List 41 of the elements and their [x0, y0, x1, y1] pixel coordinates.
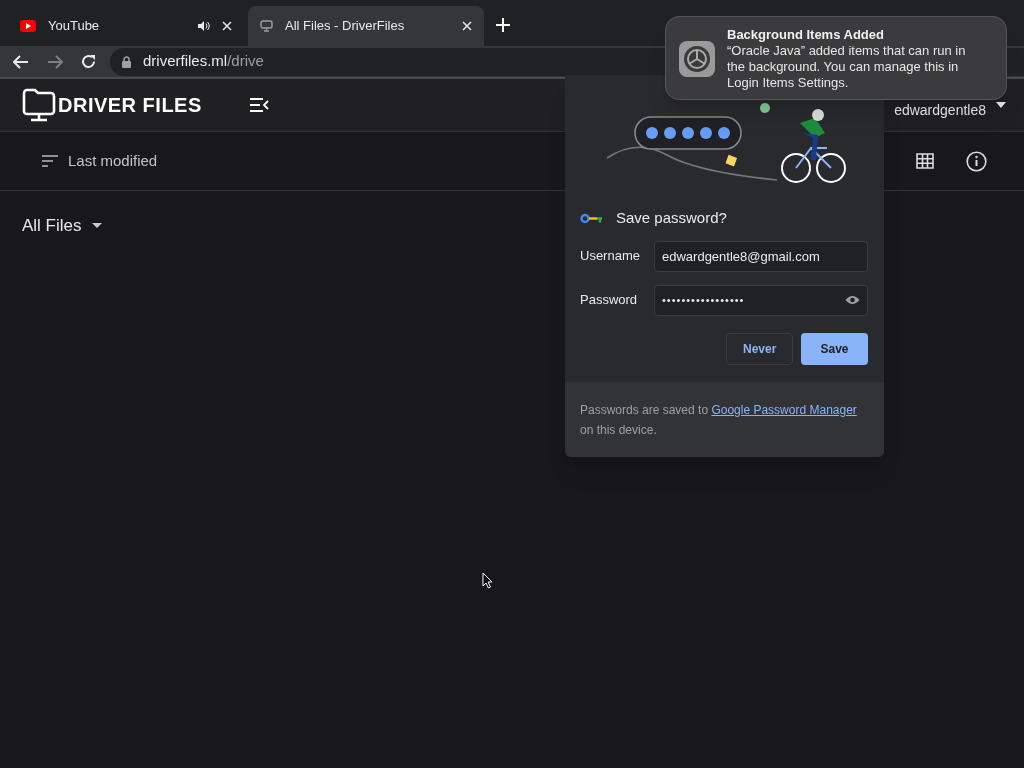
video-play-icon — [20, 20, 36, 32]
sort-icon[interactable] — [42, 155, 58, 167]
footer-text: Passwords are saved to Google Password Manager on this device. — [580, 401, 858, 439]
tab-title: All Files - DriverFiles — [285, 17, 406, 36]
browser-tab[interactable]: All Files - DriverFiles — [248, 6, 484, 46]
menu-collapse-icon[interactable] — [249, 98, 269, 112]
breadcrumb-label[interactable]: All Files — [22, 213, 82, 239]
browser-tab[interactable]: YouTube — [8, 6, 244, 46]
username-label: Username — [580, 247, 641, 266]
monitor-folder-icon — [22, 87, 56, 123]
monitor-icon — [260, 20, 273, 32]
info-icon[interactable] — [966, 150, 987, 172]
save-button[interactable]: Save — [801, 332, 868, 365]
never-button[interactable]: Never — [726, 332, 793, 365]
close-icon[interactable] — [462, 21, 472, 31]
caret-icon[interactable] — [91, 223, 102, 229]
sort-label[interactable]: Last modified — [68, 149, 158, 173]
password-manager-link[interactable]: Google Password Manager — [711, 402, 857, 417]
lock-icon — [122, 55, 131, 68]
logo-text: DRIVER FILES — [58, 93, 202, 118]
reload-icon[interactable] — [81, 54, 96, 69]
mouse-cursor-icon — [482, 572, 494, 589]
user-name[interactable]: edwardgentle8 — [894, 102, 986, 118]
username-field[interactable]: edwardgentle8@gmail.com — [654, 240, 868, 272]
url-text: driverfiles.ml/drive — [143, 51, 264, 72]
password-value: ••••••••••••••••• — [662, 292, 746, 308]
forward-icon[interactable] — [47, 54, 63, 69]
back-icon[interactable] — [13, 54, 29, 69]
eye-icon[interactable] — [845, 295, 860, 305]
new-tab-icon[interactable] — [496, 18, 510, 32]
key-icon — [580, 212, 604, 224]
speaker-icon[interactable] — [198, 21, 210, 31]
notification-title: Background Items Added — [727, 27, 885, 43]
tab-title: YouTube — [48, 17, 101, 36]
grid-view-icon[interactable] — [916, 153, 934, 169]
settings-icon — [679, 41, 715, 77]
caret-icon[interactable] — [996, 102, 1006, 108]
password-label: Password — [580, 291, 639, 310]
close-icon[interactable] — [222, 21, 232, 31]
password-field[interactable]: ••••••••••••••••• — [654, 284, 868, 316]
dialog-title: Save password? — [616, 208, 727, 228]
